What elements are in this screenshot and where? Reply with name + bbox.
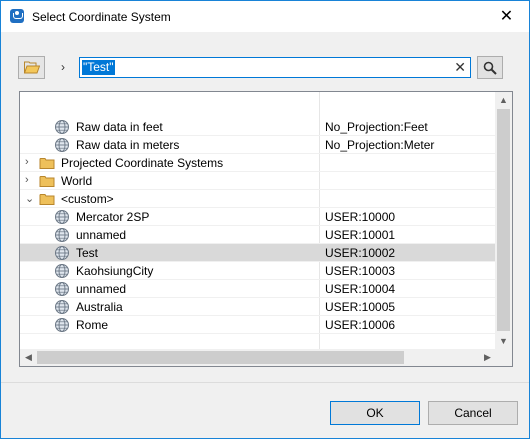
row-name: <custom>: [61, 192, 114, 206]
table-row[interactable]: Test USER:10002: [20, 244, 496, 262]
row-name: Projected Coordinate Systems: [61, 156, 224, 170]
row-name: unnamed: [76, 228, 127, 242]
breadcrumb-chevron-icon[interactable]: ›: [61, 60, 65, 74]
browse-folder-button[interactable]: [18, 56, 45, 79]
globe-icon: [54, 137, 70, 153]
folder-icon: [39, 191, 55, 207]
globe-icon: [54, 227, 70, 243]
row-name: KaohsiungCity: [76, 264, 154, 278]
ok-button[interactable]: OK: [330, 401, 420, 425]
tree-folder-row[interactable]: › World: [20, 172, 496, 190]
row-code: USER:10001: [325, 228, 396, 242]
search-field[interactable]: "Test" ✕: [79, 57, 471, 78]
horizontal-scroll-thumb[interactable]: [37, 351, 404, 364]
table-row[interactable]: Australia USER:10005: [20, 298, 496, 316]
table-row[interactable]: Raw data in meters No_Projection:Meter: [20, 136, 496, 154]
table-row[interactable]: Rome USER:10006: [20, 316, 496, 334]
search-icon: [483, 61, 497, 75]
table-row[interactable]: Mercator 2SP USER:10000: [20, 208, 496, 226]
close-button[interactable]: ✕: [484, 1, 529, 32]
chevron-right-icon[interactable]: ›: [25, 156, 29, 168]
search-button[interactable]: [477, 56, 503, 79]
globe-icon: [54, 317, 70, 333]
open-folder-icon: [24, 61, 40, 74]
table-row[interactable]: unnamed USER:10001: [20, 226, 496, 244]
row-name: unnamed: [76, 282, 127, 296]
scrollbar-corner: [495, 349, 512, 366]
title-bar[interactable]: Select Coordinate System ✕: [1, 1, 529, 32]
window-title: Select Coordinate System: [32, 10, 171, 24]
globe-icon: [54, 281, 70, 297]
row-name: Rome: [76, 318, 109, 332]
row-code: USER:10002: [325, 246, 396, 260]
app-icon: [10, 9, 24, 23]
row-name: Raw data in feet: [76, 120, 163, 134]
table-row[interactable]: KaohsiungCity USER:10003: [20, 262, 496, 280]
globe-icon: [54, 209, 70, 225]
globe-icon: [54, 119, 70, 135]
vertical-scrollbar[interactable]: ▲ ▼: [495, 92, 512, 350]
table-row[interactable]: unnamed USER:10004: [20, 280, 496, 298]
row-code: No_Projection:Feet: [325, 120, 428, 134]
scroll-up-icon[interactable]: ▲: [495, 92, 512, 109]
row-name: World: [61, 174, 93, 188]
folder-icon: [39, 173, 55, 189]
horizontal-scrollbar[interactable]: ◀ ▶: [20, 349, 496, 366]
cancel-button[interactable]: Cancel: [428, 401, 518, 425]
row-code: USER:10000: [325, 210, 396, 224]
scroll-left-icon[interactable]: ◀: [20, 349, 37, 366]
tree-folder-row[interactable]: › Projected Coordinate Systems: [20, 154, 496, 172]
row-name: Mercator 2SP: [76, 210, 150, 224]
row-name: Raw data in meters: [76, 138, 180, 152]
row-code: USER:10003: [325, 264, 396, 278]
coordinate-system-tree[interactable]: Raw data in feet No_Projection:Feet Raw da…: [19, 91, 513, 367]
globe-icon: [54, 299, 70, 315]
footer-divider: [1, 382, 529, 383]
row-name: Australia: [76, 300, 123, 314]
row-code: USER:10004: [325, 282, 396, 296]
globe-icon: [54, 263, 70, 279]
globe-icon: [54, 245, 70, 261]
row-code: USER:10006: [325, 318, 396, 332]
row-code: No_Projection:Meter: [325, 138, 435, 152]
scroll-down-icon[interactable]: ▼: [495, 333, 512, 350]
chevron-down-icon[interactable]: ⌄: [25, 192, 34, 205]
tree-folder-row[interactable]: ⌄ <custom>: [20, 190, 496, 208]
search-input[interactable]: "Test": [82, 60, 115, 75]
chevron-right-icon[interactable]: ›: [25, 174, 29, 186]
folder-icon: [39, 155, 55, 171]
scroll-right-icon[interactable]: ▶: [479, 349, 496, 366]
row-name: Test: [76, 246, 99, 260]
row-code: USER:10005: [325, 300, 396, 314]
dialog-window: Select Coordinate System ✕ › "Test" ✕ Ra…: [0, 0, 530, 439]
vertical-scroll-thumb[interactable]: [497, 109, 510, 331]
table-row[interactable]: Raw data in feet No_Projection:Feet: [20, 118, 496, 136]
clear-search-icon[interactable]: ✕: [454, 59, 466, 76]
